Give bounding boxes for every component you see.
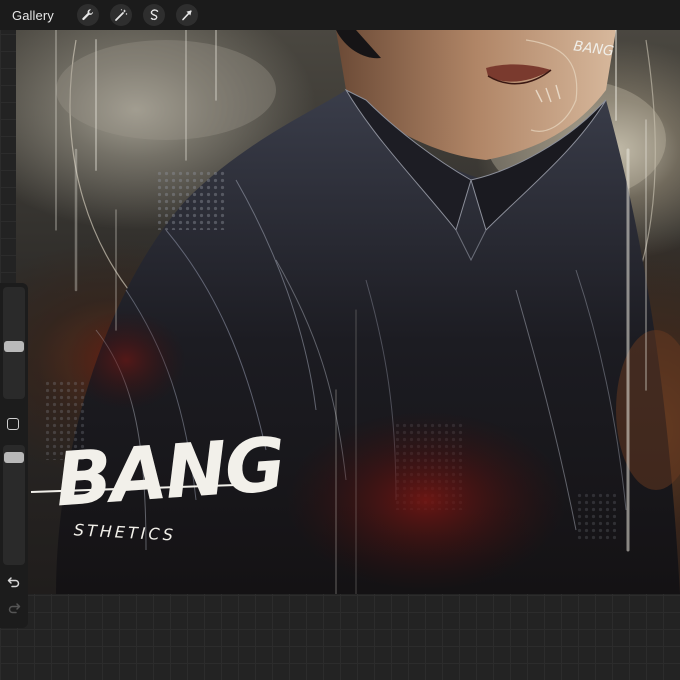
redo-icon [8,603,21,614]
magic-wand-icon [114,9,128,21]
adjustments-button[interactable] [109,4,132,26]
undo-button[interactable] [5,573,23,591]
logo-main-text: BANG [53,422,287,524]
brush-size-slider[interactable] [3,287,25,399]
opacity-thumb[interactable] [4,452,24,463]
opacity-slider[interactable] [3,445,25,565]
redo-button[interactable] [5,599,23,617]
brush-size-thumb[interactable] [4,341,24,352]
modify-button[interactable] [7,418,19,430]
arrow-cursor-icon [182,10,192,21]
selection-button[interactable] [142,4,165,26]
wrench-icon [82,9,93,21]
top-toolbar: Gallery [0,0,680,30]
transform-button[interactable] [175,4,198,26]
selection-s-icon [150,9,159,21]
artwork-illustration: BANG BANG STHETICS [30,30,680,594]
actions-button[interactable] [76,4,99,26]
procreate-workspace: Gallery BANG BANG STHETICS [0,0,680,680]
gallery-button[interactable]: Gallery [12,8,54,23]
undo-icon [7,577,20,588]
brush-sidebar [0,283,28,628]
artwork-canvas[interactable]: BANG BANG STHETICS [16,30,680,594]
